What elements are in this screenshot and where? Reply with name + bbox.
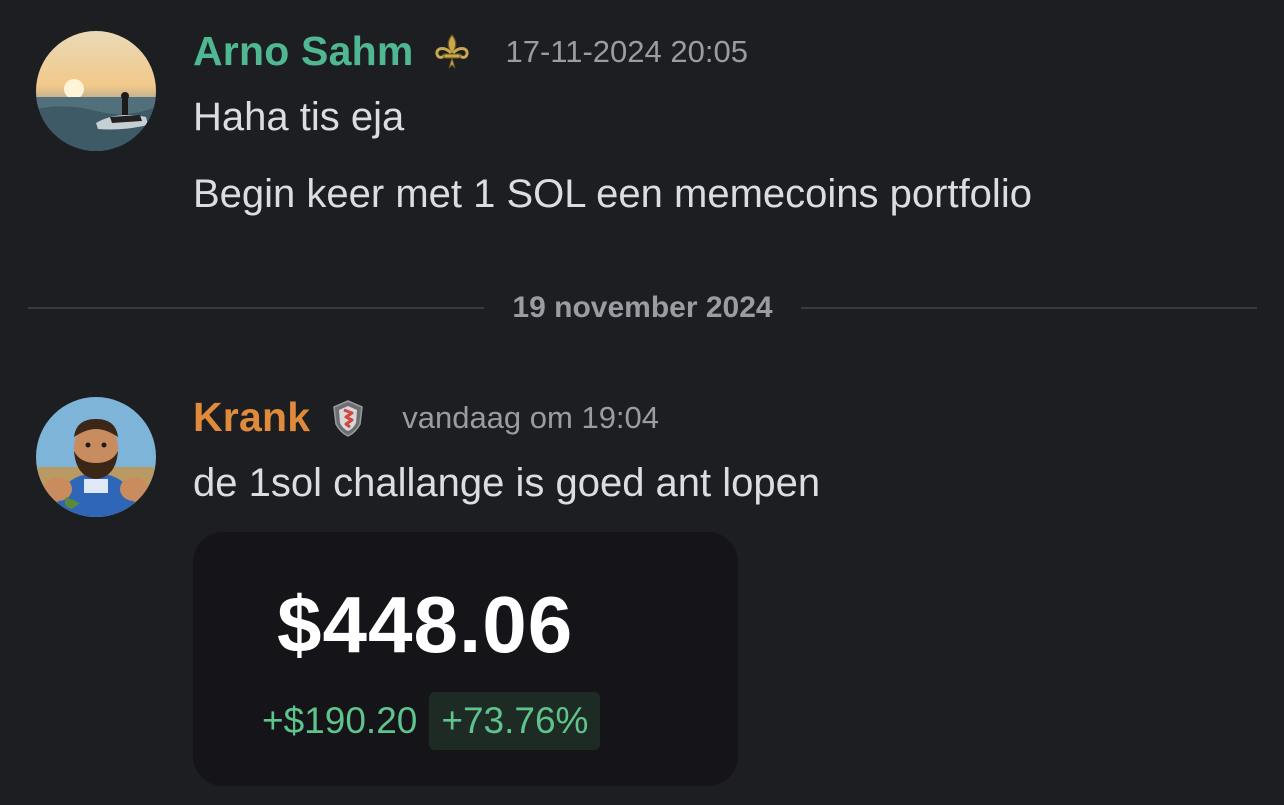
date-divider-label: 19 november 2024 bbox=[512, 291, 773, 324]
portfolio-change-row: +$190.20 +73.76% bbox=[262, 692, 601, 750]
portfolio-amount: $448.06 bbox=[277, 580, 574, 669]
username-krank[interactable]: Krank bbox=[193, 394, 310, 441]
message-header-krank: Krank vandaag om 19:04 bbox=[193, 394, 659, 441]
portfolio-change-absolute: +$190.20 bbox=[262, 700, 418, 741]
divider-line bbox=[800, 307, 1257, 309]
portfolio-change-percent: +73.76% bbox=[429, 692, 601, 750]
message-timestamp: 17-11-2024 20:05 bbox=[505, 33, 748, 69]
chat-log: Arno Sahm 17-11-2024 20:05 Haha tis eja … bbox=[0, 0, 1284, 805]
message-header-arno: Arno Sahm 17-11-2024 20:05 bbox=[193, 28, 748, 75]
avatar-krank[interactable] bbox=[36, 397, 156, 517]
username-arno-sahm[interactable]: Arno Sahm bbox=[193, 28, 414, 75]
message-text: Begin keer met 1 SOL een memecoins portf… bbox=[193, 172, 1032, 216]
message-text: Haha tis eja bbox=[193, 95, 405, 139]
divider-line bbox=[28, 307, 485, 309]
shield-icon bbox=[328, 398, 368, 438]
fleur-de-lis-icon bbox=[432, 32, 472, 72]
date-divider: 19 november 2024 bbox=[28, 286, 1257, 330]
avatar-arno-sahm[interactable] bbox=[36, 31, 156, 151]
sunset-jetski-avatar-image bbox=[36, 31, 156, 151]
message-text: de 1sol challange is goed ant lopen bbox=[193, 461, 821, 505]
portfolio-image-attachment[interactable]: $448.06 +$190.20 +73.76% bbox=[193, 532, 738, 786]
message-timestamp: vandaag om 19:04 bbox=[402, 399, 660, 435]
cartoon-bearded-man-avatar-image bbox=[36, 397, 156, 517]
